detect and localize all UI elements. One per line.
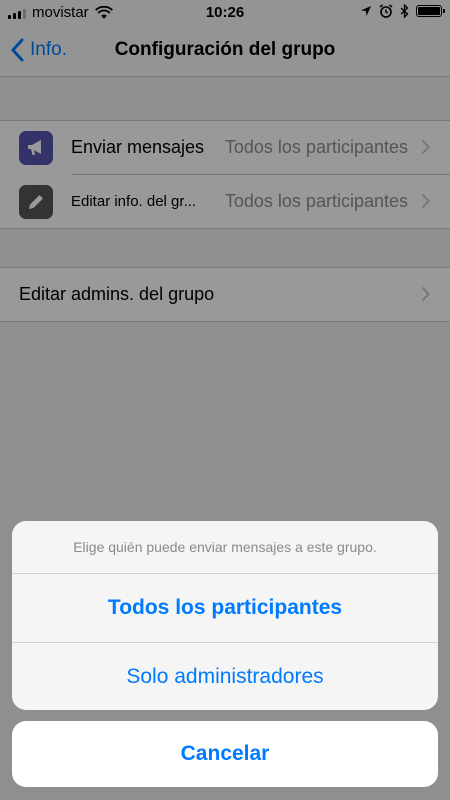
- action-sheet-message: Elige quién puede enviar mensajes a este…: [12, 521, 438, 574]
- cancel-button[interactable]: Cancelar: [12, 721, 438, 787]
- option-only-admins[interactable]: Solo administradores: [12, 642, 438, 710]
- action-sheet: Elige quién puede enviar mensajes a este…: [12, 521, 438, 710]
- option-all-participants[interactable]: Todos los participantes: [12, 574, 438, 642]
